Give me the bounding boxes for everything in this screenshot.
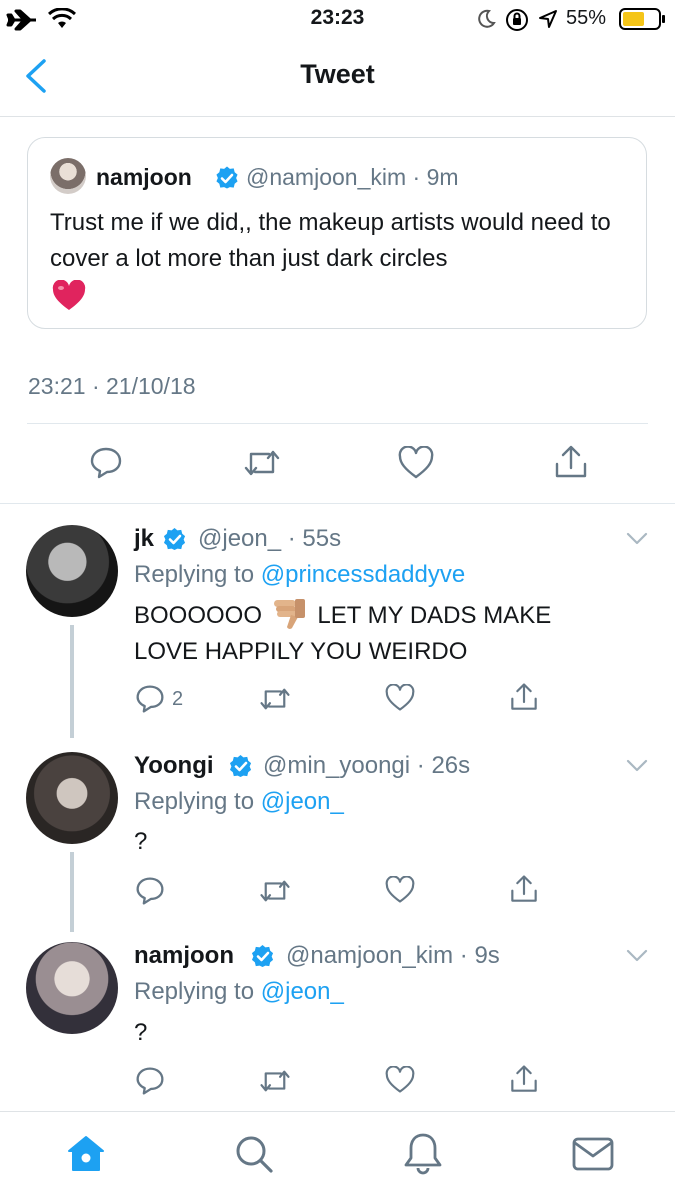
battery-icon bbox=[619, 8, 665, 30]
reply-author-name: namjoon bbox=[134, 942, 234, 969]
retweet-icon[interactable] bbox=[243, 446, 281, 480]
reply-handle-time: @min_yoongi · 26s bbox=[263, 752, 471, 779]
do-not-disturb-icon bbox=[478, 9, 496, 28]
red-heart-emoji-icon bbox=[52, 280, 86, 310]
reply-time: 55s bbox=[302, 525, 342, 552]
home-icon[interactable] bbox=[66, 1134, 106, 1174]
replying-to-link[interactable]: @jeon_ bbox=[261, 978, 344, 1005]
location-icon bbox=[539, 10, 557, 28]
like-icon[interactable] bbox=[385, 684, 415, 712]
verified-badge-icon bbox=[163, 527, 186, 551]
reply-author-name: Yoongi bbox=[134, 752, 214, 779]
reply-handle: @jeon_ bbox=[198, 525, 282, 552]
verified-badge-icon bbox=[229, 754, 252, 778]
replying-to: Replying to @princessdaddyve bbox=[134, 561, 465, 589]
reply-handle: @min_yoongi bbox=[263, 752, 411, 779]
replying-to-label: Replying to bbox=[134, 978, 255, 1005]
divider bbox=[27, 423, 648, 424]
tab-bar bbox=[0, 1111, 675, 1201]
avatar-namjoon[interactable] bbox=[26, 942, 118, 1034]
verified-badge-icon bbox=[216, 166, 238, 189]
reply-text: ? bbox=[134, 828, 148, 855]
navigation-bar: Tweet bbox=[0, 38, 675, 117]
reply-icon[interactable] bbox=[135, 684, 165, 714]
like-icon[interactable] bbox=[385, 876, 415, 904]
replying-to-label: Replying to bbox=[134, 561, 255, 588]
reply-handle: @namjoon_kim bbox=[286, 942, 454, 969]
like-icon[interactable] bbox=[398, 446, 434, 480]
reply-time: 26s bbox=[431, 752, 471, 779]
replying-to: Replying to @jeon_ bbox=[134, 978, 344, 1006]
thread-line bbox=[70, 625, 74, 738]
reply-text-part: BOOOOOO bbox=[134, 602, 263, 629]
quoted-time: 9m bbox=[426, 164, 459, 190]
status-bar: 23:23 55% bbox=[0, 0, 675, 38]
retweet-icon[interactable] bbox=[259, 684, 291, 714]
verified-badge-icon bbox=[251, 944, 274, 968]
replying-to-link[interactable]: @jeon_ bbox=[261, 788, 344, 815]
tweet-timestamp: 23:21 · 21/10/18 bbox=[28, 373, 196, 399]
battery-percentage: 55% bbox=[566, 7, 607, 29]
retweet-icon[interactable] bbox=[259, 876, 291, 906]
chevron-down-icon[interactable] bbox=[626, 759, 648, 773]
divider bbox=[0, 503, 675, 504]
reply-author-name: jk bbox=[134, 525, 155, 552]
quoted-author-name: namjoon bbox=[96, 164, 192, 190]
replying-to: Replying to @jeon_ bbox=[134, 788, 344, 816]
chevron-down-icon[interactable] bbox=[626, 532, 648, 546]
reply-text: ? bbox=[134, 1019, 148, 1046]
retweet-icon[interactable] bbox=[259, 1066, 291, 1096]
orientation-lock-icon bbox=[506, 9, 528, 31]
like-icon[interactable] bbox=[385, 1066, 415, 1094]
reply-handle-time: @namjoon_kim · 9s bbox=[286, 942, 500, 969]
search-icon[interactable] bbox=[234, 1134, 274, 1174]
reply-text-part: LOVE HAPPILY YOU WEIRDO bbox=[134, 638, 468, 665]
reply-icon[interactable] bbox=[135, 1066, 165, 1096]
reply-time: 9s bbox=[474, 942, 500, 969]
share-icon[interactable] bbox=[509, 1064, 539, 1094]
share-icon[interactable] bbox=[509, 874, 539, 904]
chevron-down-icon[interactable] bbox=[626, 949, 648, 963]
replying-to-link[interactable]: @princessdaddyve bbox=[261, 561, 465, 588]
reply-icon[interactable] bbox=[135, 876, 165, 906]
thumbs-down-emoji-icon bbox=[273, 599, 305, 629]
replying-to-label: Replying to bbox=[134, 788, 255, 815]
reply-text-part: LET MY DADS MAKE bbox=[317, 602, 552, 629]
reply-text: BOOOOOO LET MY DADS MAKE LOVE HAPPILY YO… bbox=[134, 597, 614, 670]
quoted-author-avatar bbox=[50, 158, 86, 194]
quoted-handle: @namjoon_kim bbox=[246, 164, 407, 190]
reply-handle-time: @jeon_ · 55s bbox=[198, 525, 342, 552]
quoted-author-handle-time: @namjoon_kim · 9m bbox=[246, 164, 459, 190]
avatar-jk[interactable] bbox=[26, 525, 118, 617]
reply-icon[interactable] bbox=[89, 446, 123, 480]
notifications-bell-icon[interactable] bbox=[403, 1132, 443, 1176]
page-title: Tweet bbox=[300, 59, 375, 89]
quoted-tweet-text: Trust me if we did,, the makeup artists … bbox=[50, 209, 611, 272]
avatar-yoongi[interactable] bbox=[26, 752, 118, 844]
thread-line bbox=[70, 852, 74, 932]
reply-count: 2 bbox=[172, 688, 184, 710]
share-icon[interactable] bbox=[553, 444, 589, 480]
share-icon[interactable] bbox=[509, 682, 539, 712]
messages-envelope-icon[interactable] bbox=[572, 1136, 614, 1172]
quoted-tweet-card[interactable]: namjoon @namjoon_kim · 9m Trust me if we… bbox=[27, 137, 647, 329]
